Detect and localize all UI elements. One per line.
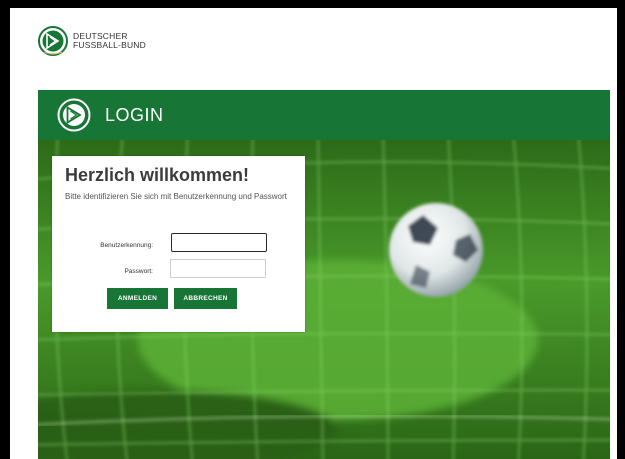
- dfb-logo-icon: [38, 26, 68, 56]
- welcome-heading: Herzlich willkommen!: [65, 165, 250, 185]
- brand-line-2: FUSSBALL-BUND: [73, 40, 146, 50]
- brand-wordmark: DEUTSCHER FUSSBALL-BUND: [73, 32, 146, 50]
- login-title: LOGIN: [105, 104, 164, 125]
- password-input[interactable]: [170, 259, 266, 278]
- password-label: Passwort:: [124, 268, 153, 275]
- welcome-subtitle: Bitte identifizieren Sie sich mit Benutz…: [65, 192, 287, 201]
- login-card: Herzlich willkommen! Bitte identifiziere…: [52, 156, 305, 332]
- username-input[interactable]: [171, 233, 267, 252]
- page: DEUTSCHER FUSSBALL-BUND LOGIN Herzlich w…: [10, 8, 617, 459]
- dfb-brand[interactable]: DEUTSCHER FUSSBALL-BUND: [38, 26, 146, 56]
- login-header-bar: LOGIN: [38, 90, 610, 140]
- dfb-logo-icon: [57, 98, 91, 132]
- login-button[interactable]: ANMELDEN: [107, 288, 168, 309]
- username-label: Benutzerkennung:: [100, 242, 153, 249]
- cancel-button[interactable]: ABBRECHEN: [174, 288, 237, 309]
